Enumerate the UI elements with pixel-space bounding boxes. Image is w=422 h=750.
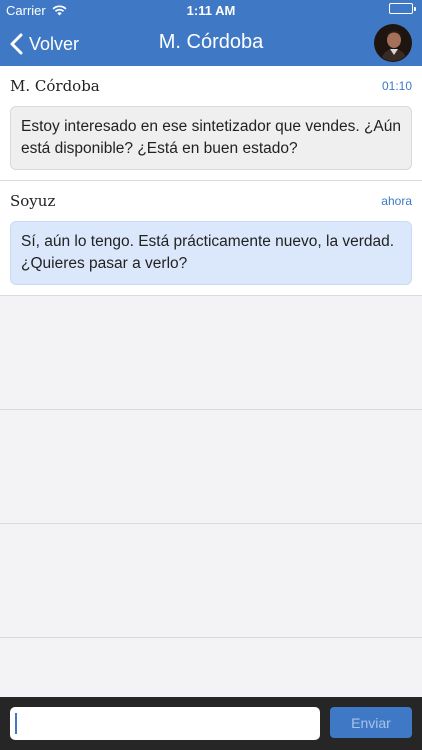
message-author: Soyuz (10, 192, 56, 210)
message-list[interactable]: M. Córdoba 01:10 Estoy interesado en ese… (0, 66, 422, 697)
empty-row (0, 524, 422, 638)
empty-row (0, 410, 422, 524)
empty-row (0, 296, 422, 410)
send-button[interactable]: Enviar (330, 707, 412, 738)
nav-title: M. Córdoba (158, 31, 264, 53)
message-input[interactable] (10, 707, 320, 740)
message-author: M. Córdoba (10, 77, 100, 95)
message-bubble: Estoy interesado en ese sintetizador que… (10, 106, 412, 170)
nav-bar: Volver M. Córdoba (0, 22, 422, 66)
avatar[interactable] (374, 24, 412, 62)
status-bar: Carrier 1:11 AM (0, 0, 422, 22)
compose-bar: Enviar (0, 697, 422, 750)
message-time: 01:10 (381, 79, 412, 93)
message-time: ahora (381, 194, 412, 208)
status-time: 1:11 AM (186, 3, 236, 18)
text-caret (15, 713, 17, 734)
message-bubble: Sí, aún lo tengo. Está prácticamente nue… (10, 221, 412, 285)
status-right (389, 3, 416, 14)
message-item: M. Córdoba 01:10 Estoy interesado en ese… (0, 66, 422, 181)
battery-icon (389, 3, 416, 14)
header: Carrier 1:11 AM Volver M. Córdoba (0, 0, 422, 66)
message-item: Soyuz ahora Sí, aún lo tengo. Está práct… (0, 181, 422, 296)
